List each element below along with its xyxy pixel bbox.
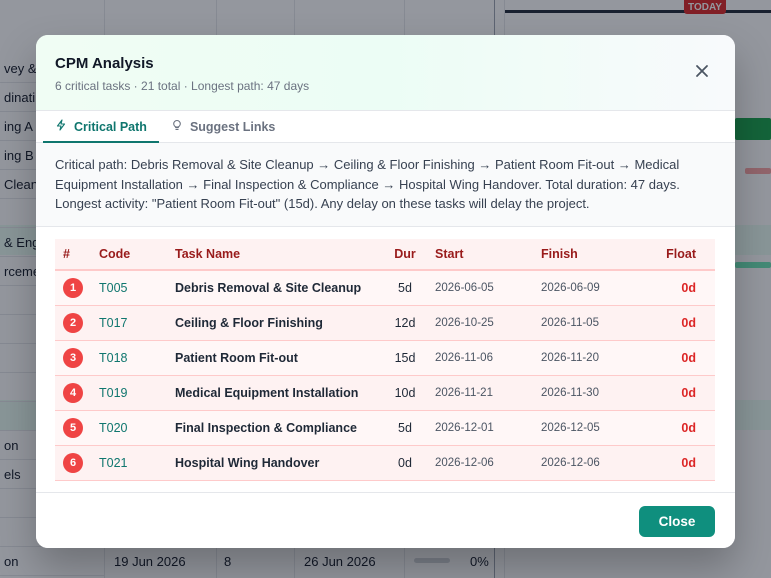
task-finish: 2026-11-05 — [541, 305, 645, 341]
tab-suggest-links[interactable]: Suggest Links — [159, 111, 287, 142]
task-name: Final Inspection & Compliance — [175, 410, 375, 446]
task-duration: 15d — [375, 340, 435, 376]
task-start: 2026-12-01 — [435, 410, 541, 446]
task-code: T005 — [99, 270, 175, 306]
modal-title: CPM Analysis — [55, 55, 154, 72]
row-number-badge: 4 — [63, 382, 83, 403]
table-header-row: # Code Task Name Dur Start Finish Float — [55, 239, 715, 271]
row-number-badge: 6 — [63, 452, 83, 473]
row-number-badge: 3 — [63, 347, 83, 368]
task-code: T021 — [99, 445, 175, 481]
task-finish: 2026-12-06 — [541, 445, 645, 481]
task-float: 0d — [645, 445, 715, 481]
task-name: Ceiling & Floor Finishing — [175, 305, 375, 341]
row-number-badge: 2 — [63, 312, 83, 333]
task-float: 0d — [645, 375, 715, 411]
close-icon[interactable] — [693, 62, 711, 80]
table-row: 6 T021 Hospital Wing Handover 0d 2026-12-06 2… — [55, 445, 715, 481]
col-header-task-name: Task Name — [175, 239, 375, 271]
task-float: 0d — [645, 305, 715, 341]
task-float: 0d — [645, 340, 715, 376]
task-start: 2026-12-06 — [435, 445, 541, 481]
task-start: 2026-10-25 — [435, 305, 541, 341]
table-row: 5 T020 Final Inspection & Compliance 5d 2026… — [55, 410, 715, 446]
table-row: 2 T017 Ceiling & Floor Finishing 12d 2026-10… — [55, 305, 715, 341]
task-duration: 12d — [375, 305, 435, 341]
col-header-start: Start — [435, 239, 541, 271]
col-header-float: Float — [645, 239, 715, 271]
critical-path-summary: Critical path: Debris Removal & Site Cle… — [36, 143, 735, 227]
lightbulb-icon — [171, 119, 183, 134]
col-header-num: # — [55, 239, 99, 271]
row-number-badge: 1 — [63, 277, 83, 298]
task-start: 2026-11-06 — [435, 340, 541, 376]
tab-bar: Critical Path Suggest Links — [36, 111, 735, 143]
task-float: 0d — [645, 410, 715, 446]
task-code: T017 — [99, 305, 175, 341]
task-code: T020 — [99, 410, 175, 446]
tab-critical-path[interactable]: Critical Path — [43, 111, 159, 143]
modal-subtitle: 6 critical tasks · 21 total · Longest pa… — [55, 79, 310, 93]
row-number-badge: 5 — [63, 417, 83, 438]
task-finish: 2026-12-05 — [541, 410, 645, 446]
modal-header: CPM Analysis 6 critical tasks · 21 total… — [36, 35, 735, 111]
modal-footer: Close — [36, 492, 735, 548]
task-float: 0d — [645, 270, 715, 306]
close-button[interactable]: Close — [639, 506, 715, 537]
task-start: 2026-11-21 — [435, 375, 541, 411]
bolt-icon — [55, 119, 67, 134]
task-code: T019 — [99, 375, 175, 411]
tab-label: Suggest Links — [189, 119, 276, 134]
task-start: 2026-06-05 — [435, 270, 541, 306]
row-number-cell: 2 — [55, 305, 99, 341]
table-row: 3 T018 Patient Room Fit-out 15d 2026-11-06 20… — [55, 340, 715, 376]
col-header-finish: Finish — [541, 239, 645, 271]
task-finish: 2026-11-30 — [541, 375, 645, 411]
row-number-cell: 5 — [55, 410, 99, 446]
row-number-cell: 1 — [55, 270, 99, 306]
task-duration: 0d — [375, 445, 435, 481]
task-duration: 5d — [375, 270, 435, 306]
task-code: T018 — [99, 340, 175, 376]
task-name: Medical Equipment Installation — [175, 375, 375, 411]
task-finish: 2026-06-09 — [541, 270, 645, 306]
task-duration: 10d — [375, 375, 435, 411]
cpm-analysis-modal: CPM Analysis 6 critical tasks · 21 total… — [36, 35, 735, 548]
critical-tasks-table: # Code Task Name Dur Start Finish Float … — [55, 239, 715, 481]
row-number-cell: 3 — [55, 340, 99, 376]
table-row: 4 T019 Medical Equipment Installation 10d 20… — [55, 375, 715, 411]
col-header-duration: Dur — [375, 239, 435, 271]
task-finish: 2026-11-20 — [541, 340, 645, 376]
task-name: Patient Room Fit-out — [175, 340, 375, 376]
row-number-cell: 4 — [55, 375, 99, 411]
task-duration: 5d — [375, 410, 435, 446]
tab-label: Critical Path — [74, 119, 147, 134]
row-number-cell: 6 — [55, 445, 99, 481]
table-row: 1 T005 Debris Removal & Site Cleanup 5d 2026… — [55, 270, 715, 306]
col-header-code: Code — [99, 239, 175, 271]
task-name: Debris Removal & Site Cleanup — [175, 270, 375, 306]
task-name: Hospital Wing Handover — [175, 445, 375, 481]
